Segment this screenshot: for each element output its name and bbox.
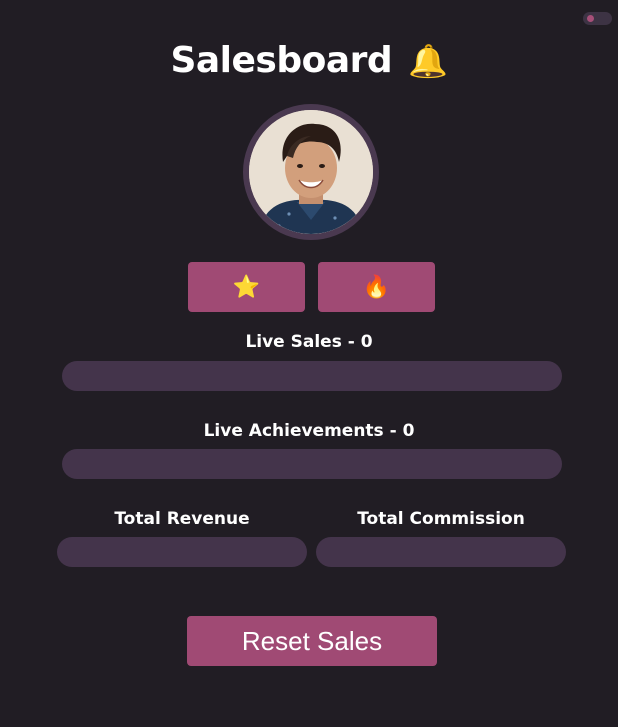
toggle-knob [587, 15, 594, 22]
star-reaction-button[interactable]: ⭐ [188, 262, 305, 312]
avatar [243, 104, 379, 240]
live-achievements-label: Live Achievements - 0 [203, 421, 415, 441]
theme-toggle[interactable] [583, 12, 612, 25]
fire-icon: 🔥 [362, 274, 391, 300]
live-achievements-progress [62, 449, 562, 479]
reset-sales-button[interactable]: Reset Sales [187, 616, 437, 666]
total-revenue-field [57, 537, 307, 567]
live-sales-label: Live Sales - 0 [245, 332, 373, 352]
page-title-text: Salesboard [170, 40, 393, 81]
total-revenue-label: Total Revenue [114, 509, 250, 529]
fire-reaction-button[interactable]: 🔥 [318, 262, 435, 312]
live-sales-progress [62, 361, 562, 391]
total-commission-label: Total Commission [357, 509, 525, 529]
total-commission-field [316, 537, 566, 567]
star-icon: ⭐ [232, 274, 261, 300]
bell-icon: 🔔 [408, 42, 448, 80]
avatar-photo [249, 110, 373, 234]
page-title: Salesboard 🔔 [0, 38, 618, 84]
reset-sales-label: Reset Sales [241, 625, 383, 656]
